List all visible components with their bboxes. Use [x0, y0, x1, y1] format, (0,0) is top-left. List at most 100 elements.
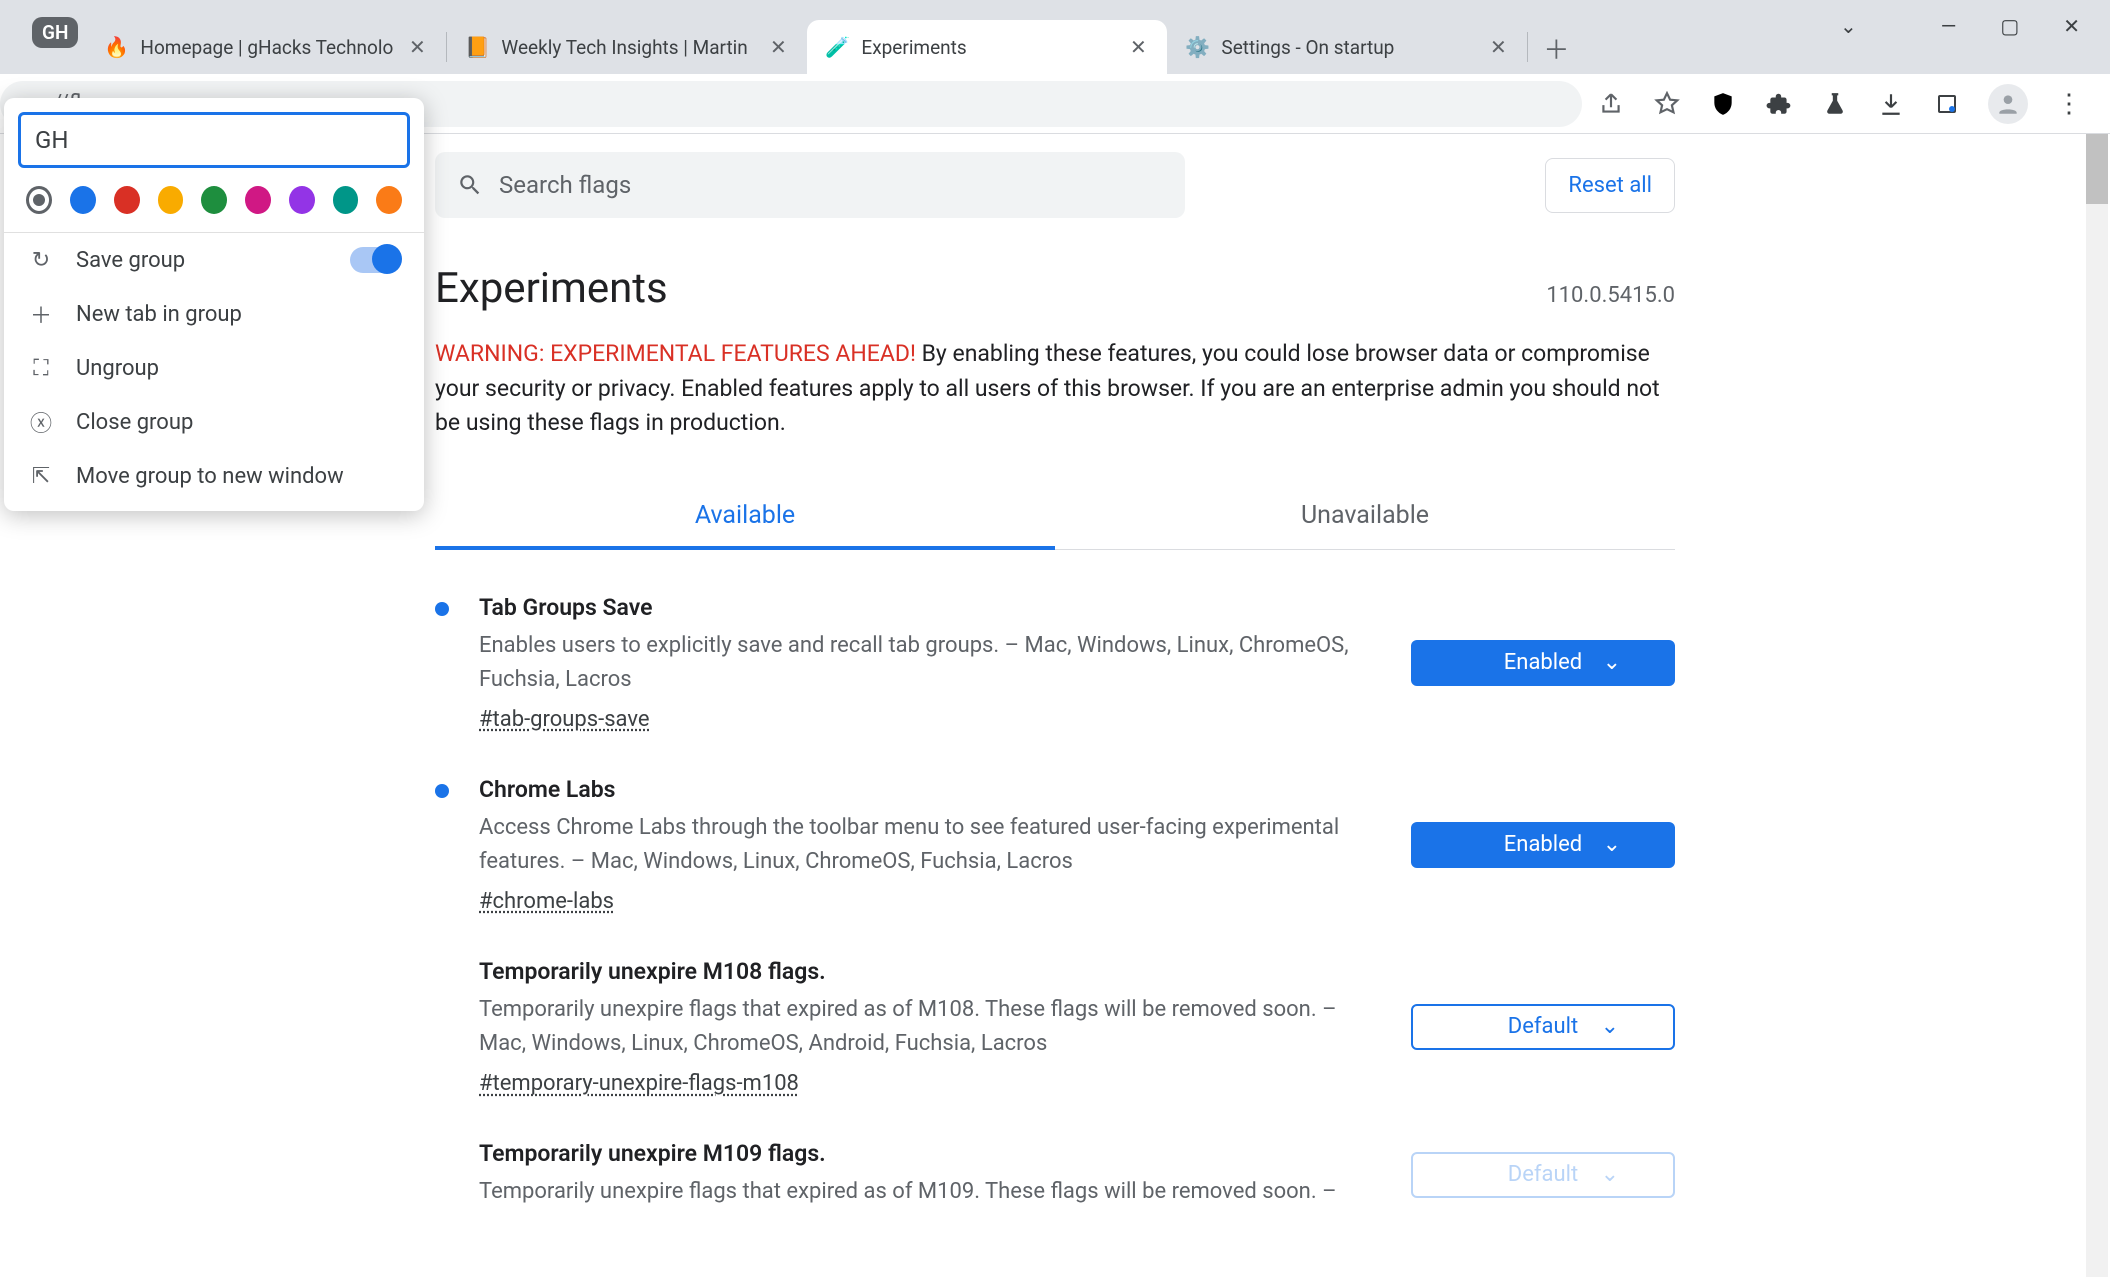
- flag-modified-dot: [435, 1148, 449, 1162]
- window-controls: ⌄ — ▢ ✕: [1810, 0, 2110, 52]
- minimize-button[interactable]: —: [1941, 14, 1957, 38]
- profile-avatar[interactable]: [1988, 84, 2028, 124]
- tab-title: Homepage | gHacks Technolo: [140, 36, 394, 59]
- flag-hash-link[interactable]: #chrome-labs: [479, 889, 1381, 914]
- flag-description: Temporarily unexpire flags that expired …: [479, 1175, 1381, 1209]
- maximize-button[interactable]: ▢: [2000, 14, 2019, 38]
- share-icon[interactable]: [1596, 89, 1626, 119]
- chevron-down-icon: ⌄: [1603, 650, 1621, 675]
- group-color-swatch[interactable]: [201, 186, 227, 214]
- downloads-icon[interactable]: [1876, 89, 1906, 119]
- flag-state-select[interactable]: Default ⌄: [1411, 1004, 1675, 1050]
- chevron-down-icon: ⌄: [1603, 832, 1621, 857]
- tab-group-popup: ↻ Save group ＋ New tab in group ⛶ Ungrou…: [4, 98, 424, 511]
- flag-name: Temporarily unexpire M108 flags.: [479, 958, 1381, 985]
- tab-favicon: 🔥: [104, 35, 128, 59]
- sync-icon: ↻: [28, 247, 54, 273]
- flags-tabs: Available Unavailable: [435, 485, 1675, 550]
- reset-all-button[interactable]: Reset all: [1545, 158, 1675, 213]
- tab-group-chip[interactable]: GH: [32, 17, 78, 48]
- close-group-item[interactable]: ⓧ Close group: [4, 395, 424, 449]
- tab-close-icon[interactable]: ✕: [1487, 36, 1509, 58]
- warning-red: WARNING: EXPERIMENTAL FEATURES AHEAD!: [435, 340, 916, 367]
- move-group-item[interactable]: ⇱ Move group to new window: [4, 449, 424, 503]
- device-icon[interactable]: [1932, 89, 1962, 119]
- tab-strip: 🔥 Homepage | gHacks Technolo ✕📙 Weekly T…: [86, 0, 2110, 74]
- tab-title: Weekly Tech Insights | Martin: [501, 36, 755, 59]
- scrollbar-thumb[interactable]: [2086, 134, 2108, 204]
- ungroup-label: Ungroup: [76, 356, 159, 381]
- flag-row: Temporarily unexpire M109 flags. Tempora…: [435, 1096, 1675, 1209]
- flag-modified-dot: [435, 966, 449, 980]
- browser-tab[interactable]: 📙 Weekly Tech Insights | Martin ✕: [447, 20, 807, 74]
- group-color-swatch[interactable]: [333, 186, 359, 214]
- tab-search-chevron-icon[interactable]: ⌄: [1840, 14, 1857, 38]
- group-name-input[interactable]: [18, 112, 410, 168]
- group-color-swatch[interactable]: [158, 186, 184, 214]
- save-group-item[interactable]: ↻ Save group: [4, 233, 424, 287]
- group-color-row: [4, 182, 424, 232]
- new-tab-button[interactable]: ＋: [1534, 26, 1578, 70]
- flag-hash-link[interactable]: #tab-groups-save: [479, 707, 1381, 732]
- labs-flask-icon[interactable]: [1820, 89, 1850, 119]
- group-color-swatch[interactable]: [245, 186, 271, 214]
- extensions-puzzle-icon[interactable]: [1764, 89, 1794, 119]
- flag-description: Access Chrome Labs through the toolbar m…: [479, 811, 1381, 879]
- vertical-scrollbar[interactable]: [2086, 134, 2108, 1277]
- tab-title: Settings - On startup: [1221, 36, 1475, 59]
- search-flags-input[interactable]: Search flags: [435, 152, 1185, 218]
- flag-description: Enables users to explicitly save and rec…: [479, 629, 1381, 697]
- ungroup-item[interactable]: ⛶ Ungroup: [4, 341, 424, 395]
- tab-close-icon[interactable]: ✕: [406, 36, 428, 58]
- group-color-swatch[interactable]: [114, 186, 140, 214]
- close-window-button[interactable]: ✕: [2063, 14, 2080, 38]
- new-tab-label: New tab in group: [76, 302, 242, 327]
- flag-state-select[interactable]: Enabled ⌄: [1411, 640, 1675, 686]
- group-color-swatch[interactable]: [289, 186, 315, 214]
- group-color-swatch[interactable]: [26, 186, 52, 214]
- tab-favicon: 📙: [465, 35, 489, 59]
- version-text: 110.0.5415.0: [1546, 283, 1675, 308]
- tab-title: Experiments: [861, 36, 1115, 59]
- flag-modified-dot: [435, 784, 449, 798]
- popout-icon: ⇱: [28, 463, 54, 489]
- flag-row: Tab Groups Save Enables users to explici…: [435, 550, 1675, 732]
- flags-page: Search flags Reset all Experiments 110.0…: [435, 152, 1675, 1209]
- toolbar-actions: ⋮: [1582, 84, 2098, 124]
- page-title: Experiments: [435, 264, 668, 313]
- flag-row: Temporarily unexpire M108 flags. Tempora…: [435, 914, 1675, 1096]
- new-tab-in-group-item[interactable]: ＋ New tab in group: [4, 287, 424, 341]
- tab-favicon: ⚙️: [1185, 35, 1209, 59]
- warning-text: WARNING: EXPERIMENTAL FEATURES AHEAD! By…: [435, 337, 1675, 441]
- close-circle-icon: ⓧ: [28, 409, 54, 435]
- browser-tab[interactable]: 🔥 Homepage | gHacks Technolo ✕: [86, 20, 446, 74]
- flag-hash-link[interactable]: #temporary-unexpire-flags-m108: [479, 1071, 1381, 1096]
- tab-unavailable[interactable]: Unavailable: [1055, 485, 1675, 549]
- search-placeholder: Search flags: [499, 171, 631, 199]
- flag-name: Temporarily unexpire M109 flags.: [479, 1140, 1381, 1167]
- bookmark-star-icon[interactable]: [1652, 89, 1682, 119]
- flag-row: Chrome Labs Access Chrome Labs through t…: [435, 732, 1675, 914]
- flag-state-select[interactable]: Default ⌄: [1411, 1152, 1675, 1198]
- flag-name: Chrome Labs: [479, 776, 1381, 803]
- chevron-down-icon: ⌄: [1601, 1162, 1619, 1187]
- tab-close-icon[interactable]: ✕: [767, 36, 789, 58]
- tab-close-icon[interactable]: ✕: [1127, 36, 1149, 58]
- ungroup-icon: ⛶: [28, 355, 54, 381]
- flag-state-label: Enabled: [1504, 832, 1582, 857]
- browser-titlebar: GH 🔥 Homepage | gHacks Technolo ✕📙 Weekl…: [0, 0, 2110, 74]
- flag-state-label: Default: [1508, 1014, 1578, 1039]
- save-group-toggle[interactable]: [350, 247, 400, 273]
- tab-available[interactable]: Available: [435, 485, 1055, 550]
- flag-state-select[interactable]: Enabled ⌄: [1411, 822, 1675, 868]
- kebab-menu-icon[interactable]: ⋮: [2054, 89, 2084, 119]
- group-color-swatch[interactable]: [70, 186, 96, 214]
- tab-favicon: 🧪: [825, 35, 849, 59]
- group-color-swatch[interactable]: [376, 186, 402, 214]
- save-group-label: Save group: [76, 248, 185, 273]
- browser-tab[interactable]: 🧪 Experiments ✕: [807, 20, 1167, 74]
- flag-name: Tab Groups Save: [479, 594, 1381, 621]
- shield-icon[interactable]: [1708, 89, 1738, 119]
- flags-list: Tab Groups Save Enables users to explici…: [435, 550, 1675, 1210]
- browser-tab[interactable]: ⚙️ Settings - On startup ✕: [1167, 20, 1527, 74]
